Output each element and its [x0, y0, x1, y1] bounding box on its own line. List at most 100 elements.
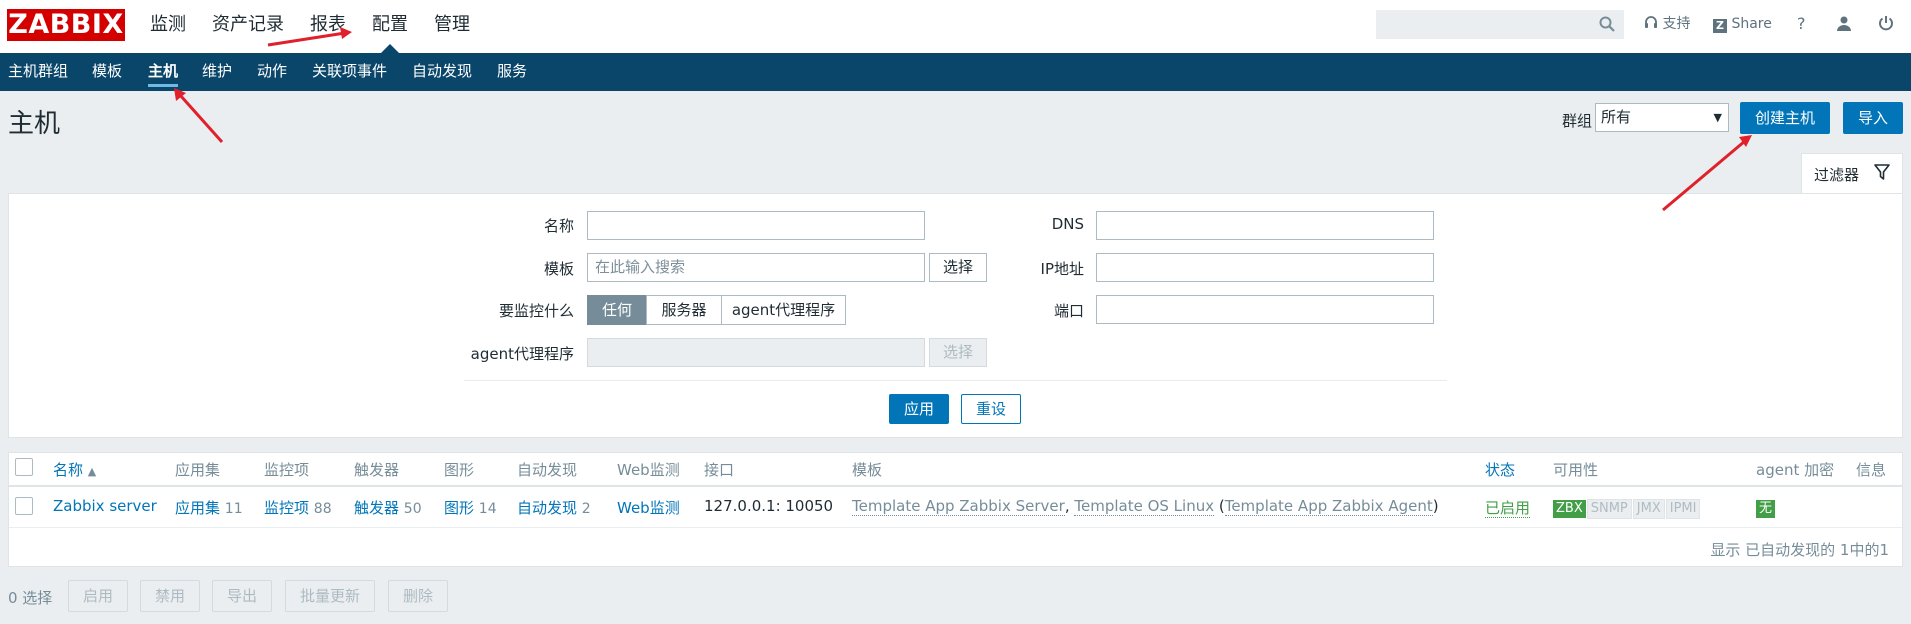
monitored-server-option[interactable]: 服务器 — [646, 295, 722, 325]
support-label: 支持 — [1662, 16, 1691, 32]
apply-filter-button[interactable]: 应用 — [889, 394, 949, 424]
host-discovery-cell: 自动发现 2 — [517, 497, 591, 518]
col-header-info: 信息 — [1856, 461, 1887, 479]
search-icon[interactable] — [1599, 16, 1615, 32]
user-profile-icon[interactable] — [1836, 0, 1852, 50]
subnav-correlation[interactable]: 关联项事件 — [312, 53, 387, 90]
share-link[interactable]: Z Share — [1713, 0, 1772, 50]
main-nav: 监测 资产记录 报表 配置 管理 — [150, 0, 496, 53]
nav-administration[interactable]: 管理 — [434, 0, 470, 53]
row-checkbox[interactable] — [15, 497, 33, 515]
subnav-discovery[interactable]: 自动发现 — [412, 53, 472, 90]
discovery-count: 2 — [581, 501, 591, 517]
filter-panel — [8, 193, 1903, 438]
filter-template-label: 模板 — [543, 260, 574, 278]
web-link[interactable]: Web监测 — [617, 499, 680, 517]
subnav-maintenance[interactable]: 维护 — [202, 53, 232, 90]
filter-name-input[interactable] — [587, 211, 925, 240]
subnav-hosts[interactable]: 主机 — [148, 53, 179, 90]
col-header-discovery: 自动发现 — [517, 461, 578, 479]
subnav-services[interactable]: 服务 — [497, 53, 527, 90]
col-header-interface: 接口 — [704, 461, 735, 479]
import-button[interactable]: 导入 — [1843, 102, 1903, 134]
col-header-applications: 应用集 — [175, 461, 221, 479]
subnav-templates[interactable]: 模板 — [92, 53, 122, 90]
filter-proxy-label: agent代理程序 — [470, 345, 574, 363]
table-footer-count: 显示 已自动发现的 1中的1 — [1710, 541, 1889, 559]
mass-update-button[interactable]: 批量更新 — [285, 580, 375, 612]
filter-dns-input[interactable] — [1096, 211, 1434, 240]
graphs-link[interactable]: 图形 — [444, 499, 474, 517]
monitored-proxy-option[interactable]: agent代理程序 — [721, 295, 846, 325]
reset-filter-button[interactable]: 重设 — [961, 394, 1021, 424]
host-status-cell: 已启用 — [1485, 497, 1531, 518]
col-header-name[interactable]: 名称 ▲ — [53, 459, 96, 480]
headset-icon — [1645, 16, 1657, 28]
filter-tab[interactable]: 过滤器 — [1801, 153, 1903, 193]
selected-count: 0 选择 — [8, 589, 53, 607]
jmx-badge: JMX — [1632, 499, 1665, 519]
zabbix-logo[interactable]: ZABBIX — [7, 9, 125, 41]
filter-ip-label: IP地址 — [1040, 260, 1084, 278]
nav-reports[interactable]: 报表 — [310, 0, 346, 53]
help-icon[interactable]: ? — [1797, 0, 1806, 50]
filter-port-input[interactable] — [1096, 295, 1434, 324]
filter-proxy-input — [587, 338, 925, 367]
host-name[interactable]: Zabbix server — [53, 497, 157, 515]
filter-ip-input[interactable] — [1096, 253, 1434, 282]
applications-count: 11 — [224, 501, 243, 517]
annotation-arrow-hosts — [174, 88, 224, 143]
snmp-badge: SNMP — [1586, 499, 1632, 519]
triggers-link[interactable]: 触发器 — [354, 499, 399, 517]
col-header-availability: 可用性 — [1553, 461, 1599, 479]
support-link[interactable]: 支持 — [1644, 0, 1690, 50]
search-input[interactable] — [1376, 10, 1624, 39]
nav-monitoring[interactable]: 监测 — [150, 0, 186, 53]
power-icon[interactable] — [1878, 0, 1894, 50]
dropdown-arrow-icon: ▼ — [1713, 111, 1722, 124]
filter-tab-label: 过滤器 — [1814, 166, 1860, 184]
create-host-button[interactable]: 创建主机 — [1740, 102, 1830, 134]
template-link-3[interactable]: Template App Zabbix Agent — [1224, 497, 1433, 516]
mass-disable-button[interactable]: 禁用 — [140, 580, 200, 612]
col-header-status[interactable]: 状态 — [1485, 459, 1515, 480]
host-applications-cell: 应用集 11 — [175, 497, 243, 518]
filter-name-label: 名称 — [543, 217, 574, 235]
table-row-divider — [9, 527, 1902, 528]
subnav-actions[interactable]: 动作 — [257, 53, 287, 90]
host-templates-cell: Template App Zabbix Server, Template OS … — [852, 497, 1439, 516]
filter-port-label: 端口 — [1053, 302, 1084, 320]
group-select[interactable]: 所有 ▼ — [1595, 103, 1729, 132]
items-count: 88 — [313, 501, 332, 517]
group-select-value: 所有 — [1601, 108, 1632, 126]
filter-template-input[interactable]: 在此输入搜索 — [587, 253, 925, 282]
items-link[interactable]: 监控项 — [264, 499, 309, 517]
col-header-triggers: 触发器 — [354, 461, 400, 479]
group-label: 群组 — [1562, 112, 1593, 130]
encryption-cell: 无 — [1756, 498, 1776, 518]
filter-divider — [464, 380, 1447, 381]
sort-ascending-icon: ▲ — [87, 465, 97, 478]
discovery-link[interactable]: 自动发现 — [517, 499, 577, 517]
mass-delete-button[interactable]: 删除 — [388, 580, 448, 612]
col-header-templates: 模板 — [852, 461, 883, 479]
share-z-icon: Z — [1713, 19, 1727, 33]
applications-link[interactable]: 应用集 — [175, 499, 220, 517]
mass-export-button[interactable]: 导出 — [212, 580, 272, 612]
mass-enable-button[interactable]: 启用 — [68, 580, 128, 612]
graphs-count: 14 — [478, 501, 497, 517]
encryption-badge: 无 — [1756, 500, 1776, 518]
col-header-items: 监控项 — [264, 461, 310, 479]
host-name-link[interactable]: Zabbix server — [53, 497, 157, 515]
template-link-2[interactable]: Template OS Linux — [1074, 497, 1215, 516]
select-all-checkbox[interactable] — [15, 458, 33, 476]
subnav-host-groups[interactable]: 主机群组 — [8, 53, 68, 90]
col-header-name-label: 名称 — [53, 461, 84, 479]
template-link-1[interactable]: Template App Zabbix Server — [852, 497, 1065, 516]
template-select-button[interactable]: 选择 — [929, 253, 987, 282]
monitored-any-option[interactable]: 任何 — [587, 295, 647, 325]
nav-inventory[interactable]: 资产记录 — [212, 0, 284, 53]
status-toggle[interactable]: 已启用 — [1485, 499, 1531, 518]
nav-configuration[interactable]: 配置 — [372, 0, 408, 53]
filter-monitored-label: 要监控什么 — [498, 302, 574, 320]
